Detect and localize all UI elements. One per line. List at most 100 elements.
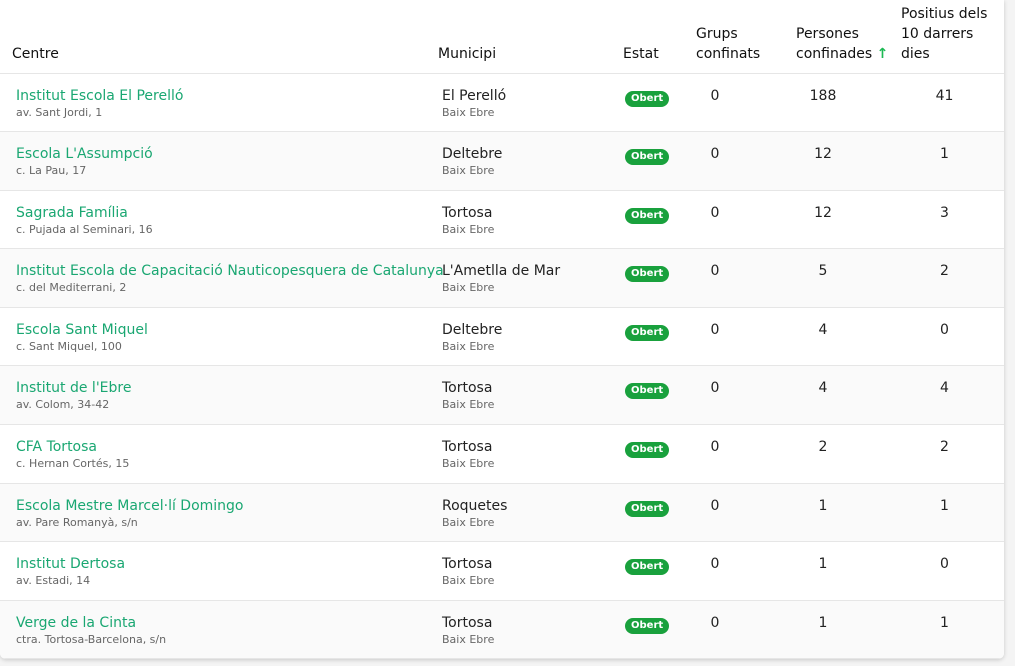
status-badge: Obert bbox=[625, 90, 670, 107]
cell-estat: Obert bbox=[606, 307, 685, 366]
municipi-name: L'Ametlla de Mar bbox=[442, 263, 561, 280]
schools-table: Centre Municipi Estat Grups confinats Pe… bbox=[0, 0, 1004, 659]
status-badge: Obert bbox=[625, 207, 670, 224]
centre-address: av. Estadi, 14 bbox=[16, 574, 91, 588]
cell-positius: 2 bbox=[940, 263, 949, 280]
cell-municipi: Tortosa Baix Ebre bbox=[426, 190, 606, 249]
header-persones-confinades[interactable]: Persones confinades ↑ bbox=[785, 0, 895, 74]
cell-positius: 0 bbox=[940, 556, 949, 573]
cell-persones-confinades: 5 bbox=[818, 263, 828, 280]
table-row: Institut Dertosa av. Estadi, 14 Tortosa Bai… bbox=[0, 542, 1004, 601]
cell-municipi: L'Ametlla de Mar Baix Ebre bbox=[426, 249, 606, 308]
centre-link[interactable]: Institut Escola de Capacitació Nauticope… bbox=[16, 262, 444, 280]
comarca-name: Baix Ebre bbox=[442, 164, 495, 178]
status-badge: Obert bbox=[625, 383, 670, 400]
status-badge: Obert bbox=[625, 324, 670, 341]
cell-grups-confinats: 0 bbox=[710, 87, 720, 104]
cell-positius: 41 bbox=[935, 87, 954, 104]
status-badge: Obert bbox=[625, 500, 670, 517]
cell-estat: Obert bbox=[606, 73, 685, 132]
municipi-name: Deltebre bbox=[442, 321, 503, 338]
municipi-name: Tortosa bbox=[442, 614, 493, 631]
centre-link[interactable]: CFA Tortosa bbox=[16, 438, 426, 456]
cell-positius: 1 bbox=[940, 497, 949, 514]
centre-address: av. Sant Jordi, 1 bbox=[16, 105, 103, 119]
cell-positius: 2 bbox=[940, 439, 949, 456]
header-municipi[interactable]: Municipi bbox=[426, 0, 606, 74]
table-row: Escola L'Assumpció c. La Pau, 17 Deltebre B… bbox=[0, 131, 1004, 191]
comarca-name: Baix Ebre bbox=[442, 515, 495, 529]
cell-grups-confinats: 0 bbox=[710, 497, 720, 514]
centre-link[interactable]: Escola Sant Miquel bbox=[16, 321, 426, 339]
table-row: Verge de la Cinta ctra. Tortosa-Barcelona… bbox=[0, 600, 1004, 659]
comarca-name: Baix Ebre bbox=[442, 457, 495, 471]
cell-grups-confinats: 0 bbox=[710, 556, 720, 573]
cell-persones-confinades: 1 bbox=[818, 556, 828, 573]
cell-centre: Institut Escola de Capacitació Nauticope… bbox=[0, 249, 444, 308]
status-badge: Obert bbox=[625, 442, 670, 459]
comarca-name: Baix Ebre bbox=[442, 105, 495, 119]
municipi-name: El Perelló bbox=[442, 87, 507, 104]
centre-address: c. Sant Miquel, 100 bbox=[16, 339, 122, 353]
table-row: Institut Escola El Perelló av. Sant Jordi… bbox=[0, 73, 1004, 132]
table-row: Sagrada Família c. Pujada al Seminari, 16… bbox=[0, 190, 1004, 249]
cell-grups-confinats: 0 bbox=[710, 204, 720, 221]
table-row: Escola Mestre Marcel·lí Domingo av. Pare … bbox=[0, 483, 1004, 542]
header-grups-confinats[interactable]: Grups confinats bbox=[685, 0, 785, 74]
cell-estat: Obert bbox=[606, 249, 685, 308]
comarca-name: Baix Ebre bbox=[442, 574, 495, 588]
centre-address: c. Pujada al Seminari, 16 bbox=[16, 222, 153, 236]
municipi-name: Tortosa bbox=[442, 380, 493, 397]
cell-municipi: Tortosa Baix Ebre bbox=[426, 425, 606, 484]
cell-municipi: Tortosa Baix Ebre bbox=[426, 366, 606, 425]
municipi-name: Roquetes bbox=[442, 497, 508, 514]
cell-centre: Institut Escola El Perelló av. Sant Jordi… bbox=[0, 73, 426, 132]
header-estat[interactable]: Estat bbox=[606, 0, 685, 74]
table-row: Escola Sant Miquel c. Sant Miquel, 100 Del… bbox=[0, 307, 1004, 366]
cell-persones-confinades: 1 bbox=[818, 614, 828, 631]
cell-centre: Institut de l'Ebre av. Colom, 34-42 bbox=[0, 366, 426, 425]
header-centre[interactable]: Centre bbox=[0, 0, 426, 74]
cell-municipi: Deltebre Baix Ebre bbox=[426, 307, 606, 366]
municipi-name: Tortosa bbox=[442, 204, 493, 221]
cell-centre: Escola Sant Miquel c. Sant Miquel, 100 bbox=[0, 307, 426, 366]
cell-centre: Escola Mestre Marcel·lí Domingo av. Pare … bbox=[0, 483, 426, 542]
cell-estat: Obert bbox=[606, 542, 685, 601]
cell-centre: CFA Tortosa c. Hernan Cortés, 15 bbox=[0, 425, 426, 484]
centre-link[interactable]: Sagrada Família bbox=[16, 204, 426, 222]
status-badge: Obert bbox=[625, 559, 670, 576]
centre-address: c. Hernan Cortés, 15 bbox=[16, 457, 130, 471]
cell-positius: 4 bbox=[940, 380, 949, 397]
header-positius[interactable]: Positius dels 10 darrers dies bbox=[895, 0, 1004, 74]
centre-address: av. Pare Romanyà, s/n bbox=[16, 515, 138, 529]
centre-link[interactable]: Escola Mestre Marcel·lí Domingo bbox=[16, 497, 426, 515]
cell-centre: Verge de la Cinta ctra. Tortosa-Barcelona… bbox=[0, 600, 426, 659]
centre-link[interactable]: Institut Escola El Perelló bbox=[16, 87, 426, 105]
centre-link[interactable]: Institut Dertosa bbox=[16, 555, 426, 573]
cell-centre: Escola L'Assumpció c. La Pau, 17 bbox=[0, 132, 426, 191]
cell-positius: 3 bbox=[940, 204, 949, 221]
cell-persones-confinades: 1 bbox=[818, 497, 828, 514]
centre-link[interactable]: Institut de l'Ebre bbox=[16, 379, 426, 397]
cell-persones-confinades: 12 bbox=[814, 204, 832, 221]
cell-persones-confinades: 4 bbox=[818, 321, 828, 338]
cell-persones-confinades: 188 bbox=[809, 87, 837, 104]
table-row: CFA Tortosa c. Hernan Cortés, 15 Tortosa Ba… bbox=[0, 425, 1004, 484]
centre-link[interactable]: Verge de la Cinta bbox=[16, 614, 426, 632]
cell-grups-confinats: 0 bbox=[710, 439, 720, 456]
cell-grups-confinats: 0 bbox=[710, 380, 720, 397]
cell-estat: Obert bbox=[606, 483, 685, 542]
status-badge: Obert bbox=[625, 266, 670, 283]
comarca-name: Baix Ebre bbox=[442, 398, 495, 412]
centre-address: c. del Mediterrani, 2 bbox=[16, 281, 127, 295]
cell-municipi: Roquetes Baix Ebre bbox=[426, 483, 606, 542]
cell-persones-confinades: 2 bbox=[818, 439, 828, 456]
cell-positius: 1 bbox=[940, 614, 949, 631]
sort-ascending-icon[interactable]: ↑ bbox=[877, 46, 889, 62]
cell-estat: Obert bbox=[606, 600, 685, 659]
cell-estat: Obert bbox=[606, 425, 685, 484]
table-row: Institut de l'Ebre av. Colom, 34-42 Tortos… bbox=[0, 365, 1004, 425]
cell-grups-confinats: 0 bbox=[710, 263, 720, 280]
comarca-name: Baix Ebre bbox=[442, 281, 495, 295]
centre-link[interactable]: Escola L'Assumpció bbox=[16, 145, 426, 163]
